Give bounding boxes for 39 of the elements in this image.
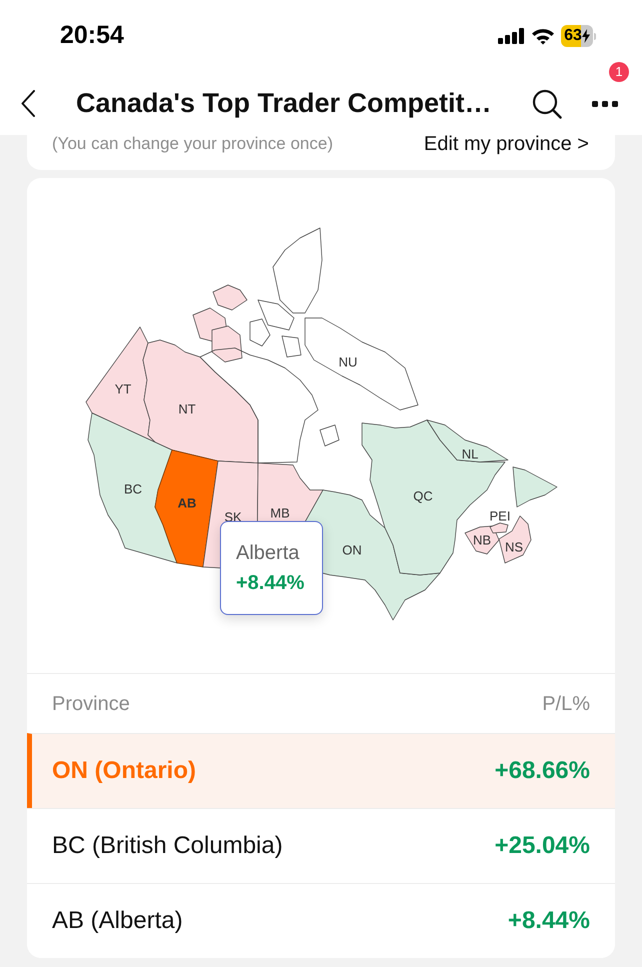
region-label: NS — [504, 540, 524, 554]
province-region[interactable] — [154, 450, 218, 568]
more-dots-icon — [592, 100, 618, 106]
pl-percentage: +68.66% — [494, 756, 590, 786]
province-region[interactable] — [86, 326, 156, 444]
search-button[interactable] — [532, 88, 562, 118]
region-label: QC — [413, 488, 433, 504]
pl-percentage: +25.04% — [494, 831, 590, 861]
back-chevron-icon — [21, 90, 35, 117]
page-title: Canada's Top Trader Competit… — [76, 87, 492, 120]
province-name: AB (Alberta) — [52, 906, 183, 936]
edit-province-link[interactable]: Edit my province > — [424, 135, 589, 153]
region-label: ON — [342, 542, 362, 558]
signal-icon — [498, 28, 525, 44]
region-label: AB — [178, 496, 196, 510]
tooltip-title: Alberta — [236, 542, 300, 564]
province-name: BC (British Columbia) — [52, 831, 283, 861]
province-region[interactable] — [490, 522, 508, 534]
wifi-icon — [531, 27, 555, 45]
province-name: ON (Ontario) — [52, 756, 196, 786]
status-time: 20:54 — [60, 20, 124, 52]
column-header: Province — [52, 692, 130, 716]
region-label: YT — [114, 382, 132, 396]
region-label: PEI — [490, 508, 510, 524]
region-label: BC — [124, 482, 142, 496]
lightning-bolt-icon — [582, 29, 590, 43]
pl-percentage: +8.44% — [508, 906, 590, 936]
region-label: NB — [472, 532, 492, 548]
region-label: NL — [462, 446, 478, 462]
region-label: MB — [270, 506, 290, 520]
column-header: P/L% — [542, 692, 590, 716]
province-region[interactable] — [142, 284, 258, 464]
notification-badge: 1 — [609, 62, 629, 82]
province-hint: (You can change your province once) — [52, 135, 333, 152]
search-icon — [532, 88, 562, 118]
region-label: NT — [178, 402, 196, 416]
province-region[interactable] — [88, 412, 178, 564]
tooltip-value: +8.44% — [236, 572, 306, 594]
region-label: NU — [338, 354, 358, 370]
